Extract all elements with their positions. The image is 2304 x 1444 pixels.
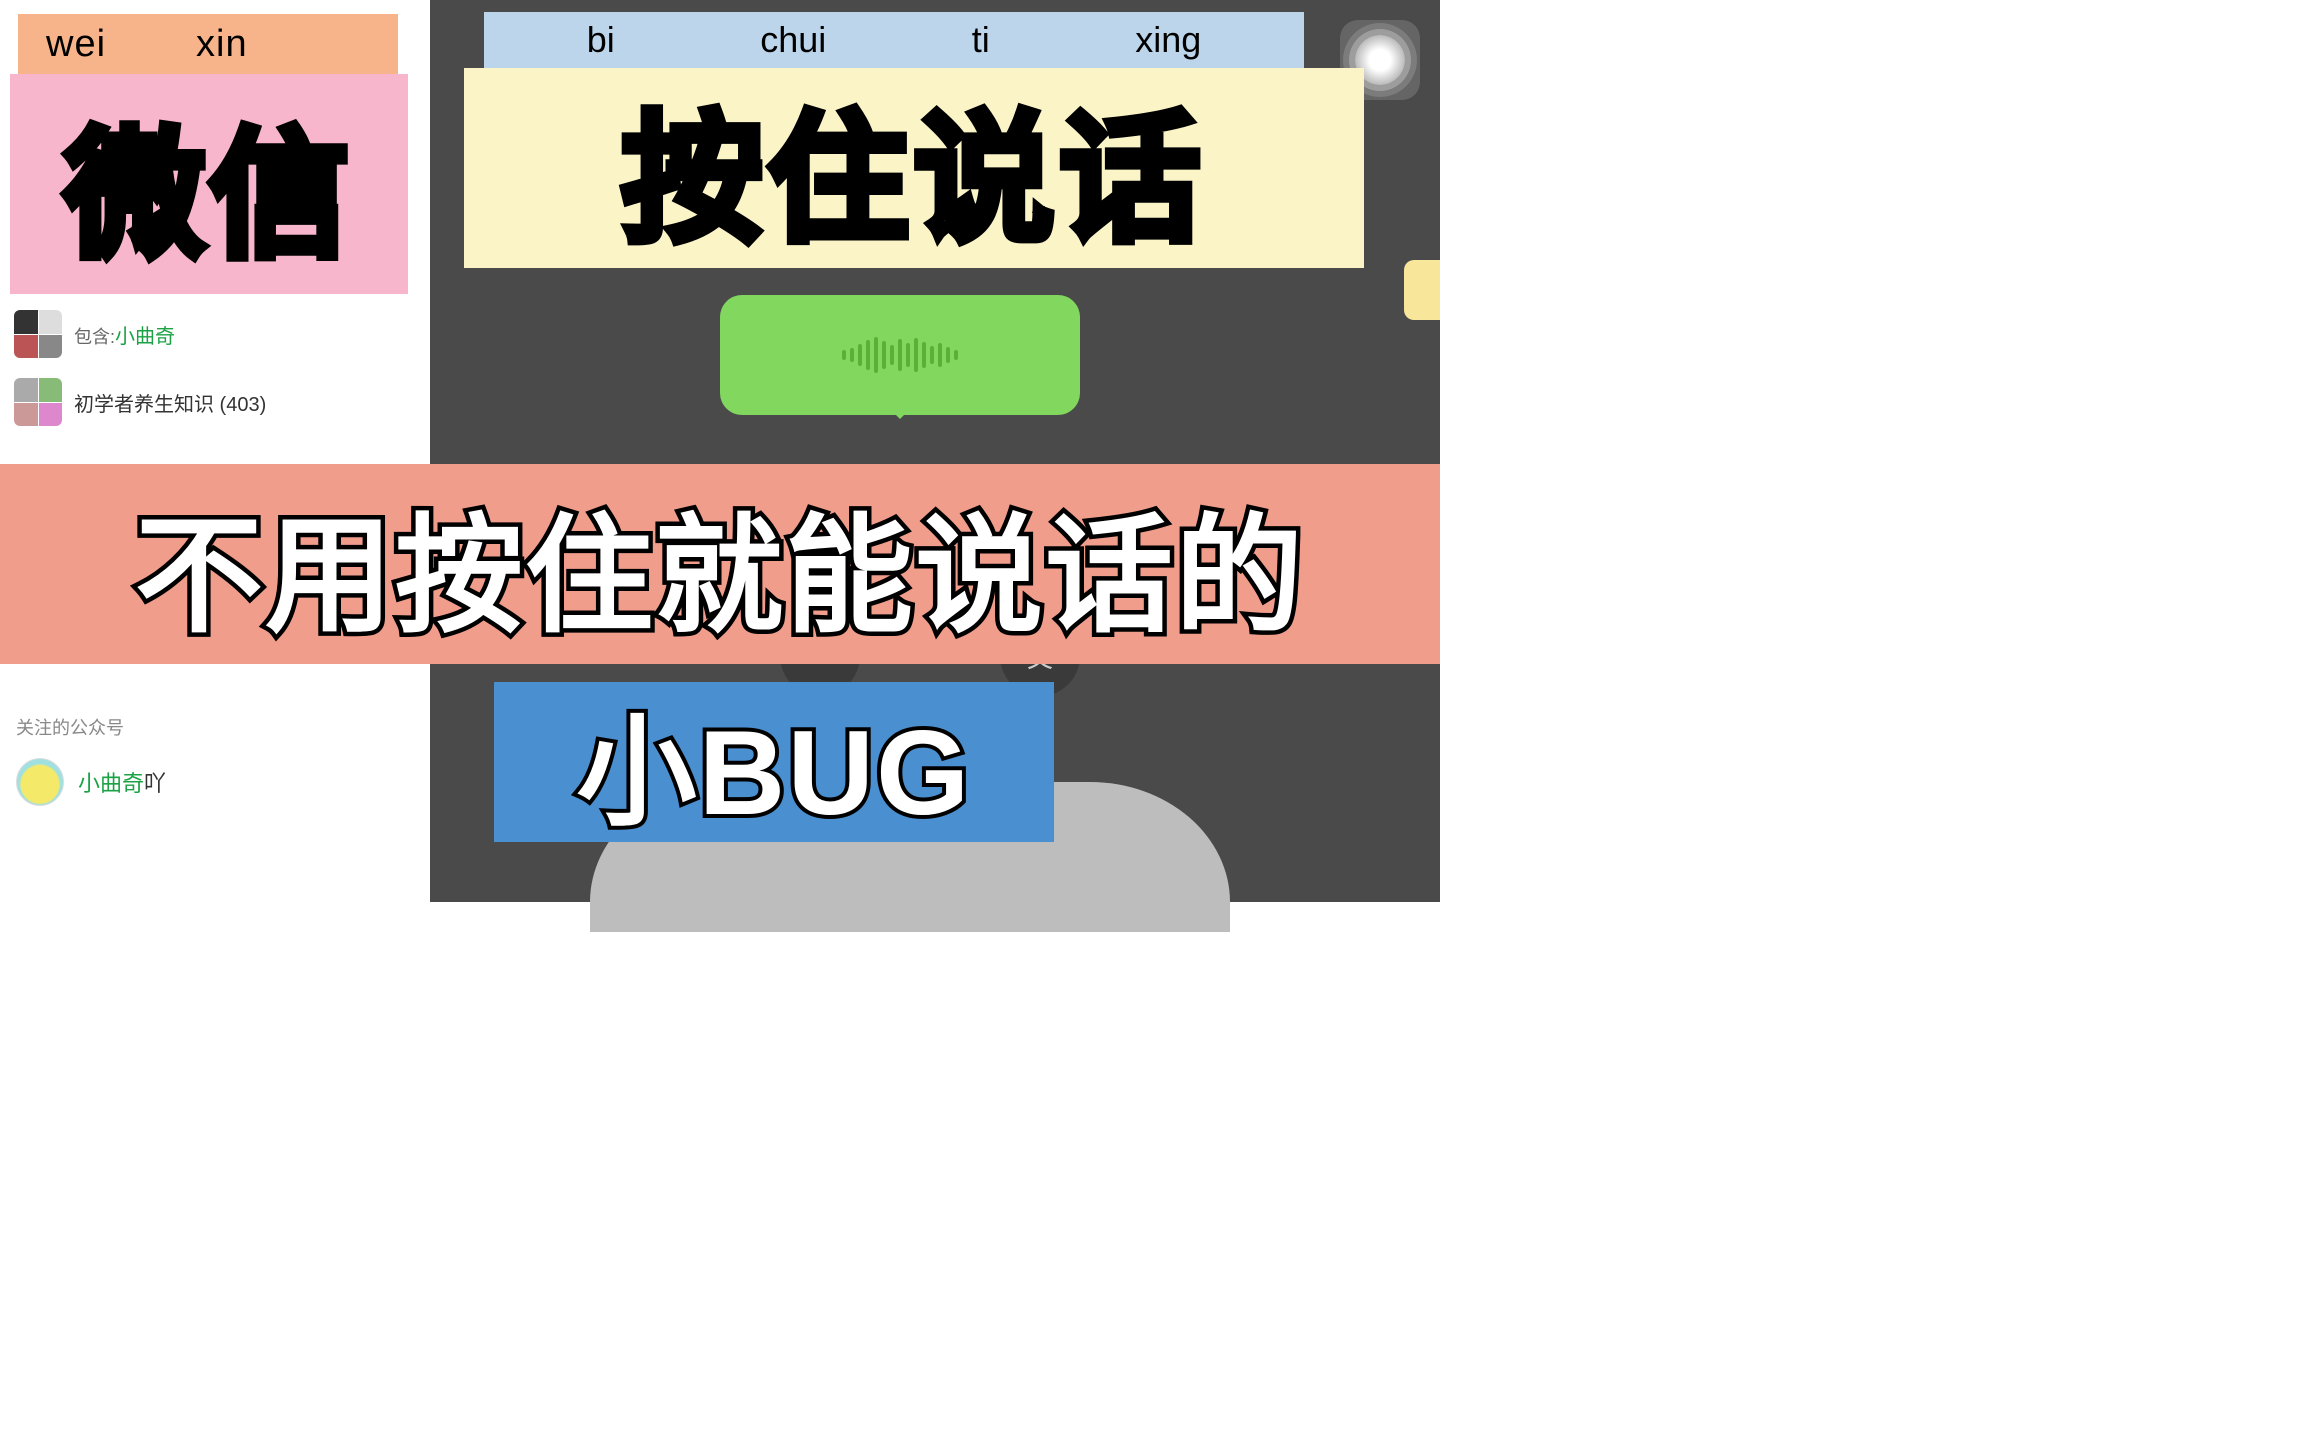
group-avatar-icon: [14, 378, 62, 426]
waveform-icon: [842, 337, 958, 373]
chat-row-contains[interactable]: 包含:小曲奇: [0, 300, 430, 368]
section-label-followed-accounts: 关注的公众号: [0, 706, 430, 748]
group-avatar-icon: [14, 310, 62, 358]
account-row[interactable]: 小曲奇吖: [0, 748, 430, 816]
overlay-bug: 小BUG: [494, 682, 1054, 842]
emoji-peek-icon: [1404, 260, 1440, 320]
account-avatar-icon: [16, 758, 64, 806]
account-name: 小曲奇吖: [78, 766, 166, 798]
contains-value: 小曲奇: [115, 326, 175, 348]
overlay-hold-to-talk: 按住说话: [464, 68, 1364, 268]
contains-label: 包含:: [74, 327, 115, 347]
chat-row-group[interactable]: 初学者养生知识 (403): [0, 368, 430, 436]
group-name: 初学者养生知识 (403): [74, 388, 416, 417]
pinyin-bichuitixing-label: bi chui ti xing: [484, 12, 1304, 68]
overlay-banner: 不用按住就能说话的: [0, 464, 1440, 664]
voice-bubble: [720, 295, 1080, 415]
overlay-weixin: 微信: [10, 74, 408, 294]
pinyin-weixin-label: wei xin: [18, 14, 398, 74]
